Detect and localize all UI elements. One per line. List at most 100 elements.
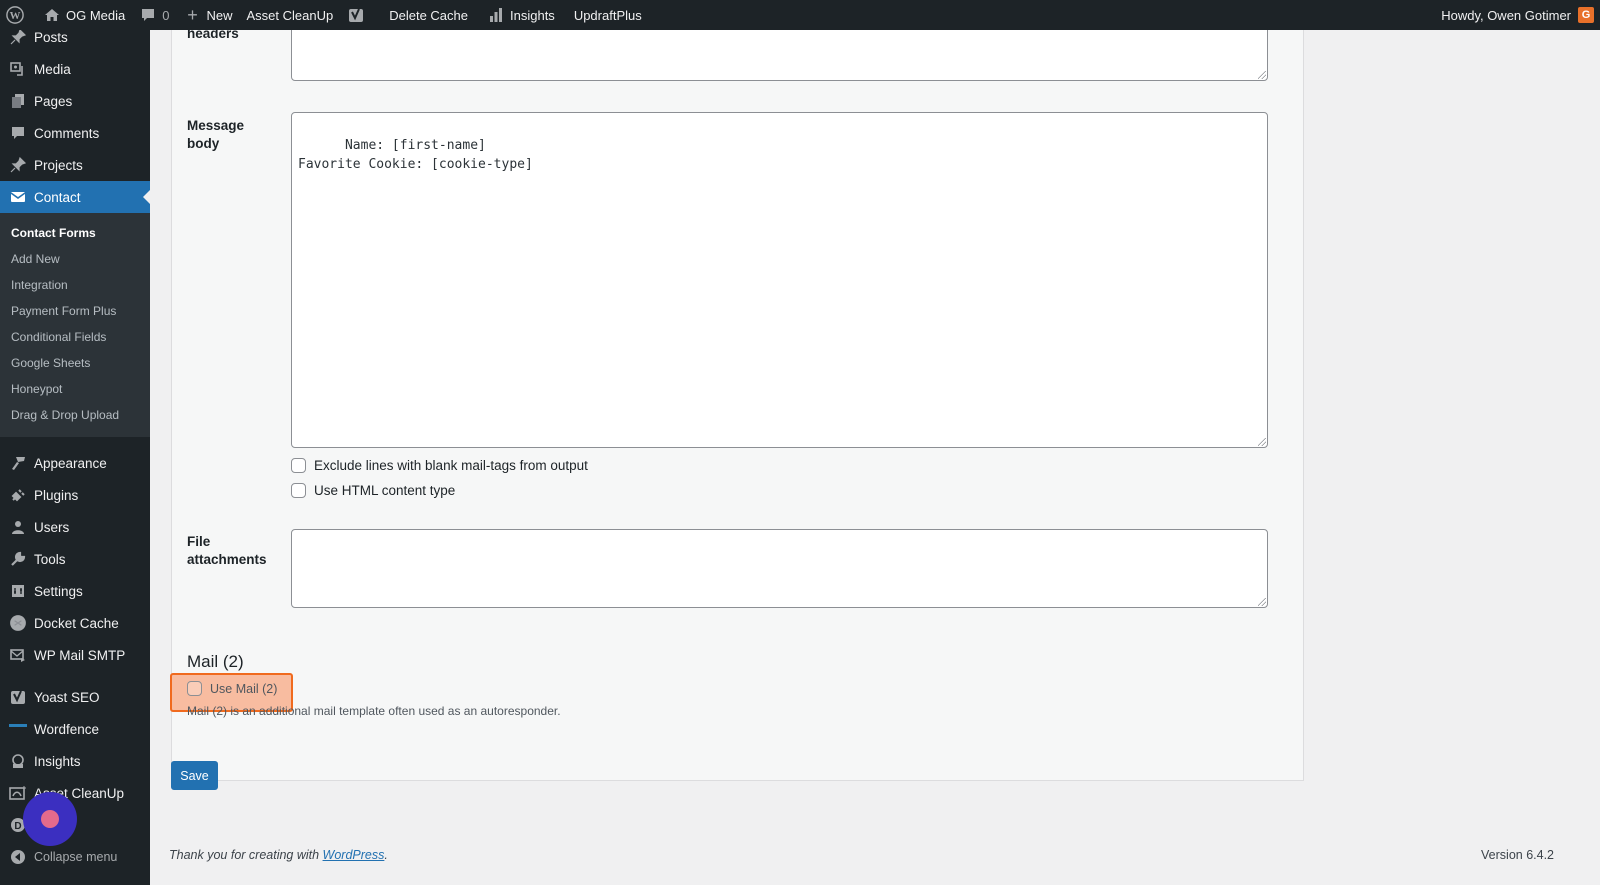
use-mail2-label: Use Mail (2) xyxy=(210,681,278,696)
sidebar-item-contact[interactable]: Contact xyxy=(0,181,150,213)
sidebar-item-appearance[interactable]: Appearance xyxy=(0,447,150,479)
sidebar-item-settings[interactable]: Settings xyxy=(0,575,150,607)
svg-text:D: D xyxy=(14,821,21,832)
admin-sidebar: Posts Media Pages Comments Projects Cont… xyxy=(0,29,150,885)
home-icon xyxy=(43,6,61,24)
mail-icon xyxy=(8,187,28,207)
delete-cache-menu[interactable]: Delete Cache xyxy=(377,0,475,30)
sidebar-item-label: Media xyxy=(34,61,71,77)
resize-handle[interactable] xyxy=(1258,71,1266,79)
sidebar-item-label: Users xyxy=(34,519,70,535)
submenu-integration[interactable]: Integration xyxy=(0,272,150,298)
resize-handle[interactable] xyxy=(1258,438,1266,446)
file-attachments-textarea[interactable] xyxy=(291,529,1268,608)
submenu-conditional-fields[interactable]: Conditional Fields xyxy=(0,324,150,350)
sidebar-item-label: WP Mail SMTP xyxy=(34,647,126,663)
pin-icon xyxy=(8,155,28,175)
comment-icon xyxy=(139,6,157,24)
exclude-blank-row[interactable]: Exclude lines with blank mail-tags from … xyxy=(291,458,588,473)
yoast-icon xyxy=(347,6,365,24)
contact-submenu: Contact Forms Add New Integration Paymen… xyxy=(0,213,150,437)
yoast-icon xyxy=(8,687,28,707)
submenu-google-sheets[interactable]: Google Sheets xyxy=(0,350,150,376)
sidebar-item-plugins[interactable]: Plugins xyxy=(0,479,150,511)
asset-cleanup-menu[interactable]: Asset CleanUp xyxy=(240,0,341,30)
insights-menu[interactable]: Insights xyxy=(475,0,562,30)
footer-thanks-text: Thank you for creating with xyxy=(169,848,323,862)
click-indicator-dot xyxy=(41,810,59,828)
submenu-drag-drop-upload[interactable]: Drag & Drop Upload xyxy=(0,402,150,428)
avatar: G xyxy=(1578,7,1594,23)
bar-chart-icon xyxy=(487,6,505,24)
yoast-menu[interactable] xyxy=(340,0,377,30)
mail2-section-title: Mail (2) xyxy=(187,652,244,671)
footer-thanks: Thank you for creating with WordPress. xyxy=(169,848,388,862)
user-icon xyxy=(8,517,28,537)
sidebar-item-asset-cleanup[interactable]: Asset CleanUp xyxy=(0,777,150,809)
wordpress-logo-icon: W xyxy=(6,6,24,24)
delete-cache-label: Delete Cache xyxy=(389,7,468,23)
message-body-textarea[interactable]: Name: [first-name] Favorite Cookie: [coo… xyxy=(291,112,1268,448)
new-label: New xyxy=(206,7,233,23)
sidebar-item-label: Comments xyxy=(34,125,100,141)
pages-icon xyxy=(8,91,28,111)
sidebar-item-wp-mail-smtp[interactable]: WP Mail SMTP xyxy=(0,639,150,671)
sidebar-item-pages[interactable]: Pages xyxy=(0,85,150,117)
submenu-payment-form-plus[interactable]: Payment Form Plus xyxy=(0,298,150,324)
sidebar-item-label: Settings xyxy=(34,583,83,599)
sidebar-item-label: Contact xyxy=(34,189,81,205)
collapse-icon xyxy=(8,847,28,867)
sidebar-item-insights[interactable]: Insights xyxy=(0,745,150,777)
use-mail2-checkbox[interactable] xyxy=(187,681,202,696)
comments-count: 0 xyxy=(162,7,170,23)
my-account-menu[interactable]: Howdy, Owen Gotimer G xyxy=(1434,0,1600,30)
sidebar-item-tools[interactable]: Tools xyxy=(0,543,150,575)
message-body-text: Name: [first-name] Favorite Cookie: [coo… xyxy=(298,138,533,172)
exclude-blank-checkbox[interactable] xyxy=(291,458,306,473)
sidebar-item-media[interactable]: Media xyxy=(0,53,150,85)
comments-menu[interactable]: 0 xyxy=(132,0,176,30)
collapse-menu-button[interactable]: Collapse menu xyxy=(0,841,150,873)
docket-icon xyxy=(8,613,28,633)
updraftplus-menu[interactable]: UpdraftPlus xyxy=(562,0,649,30)
file-attachments-label-line2: attachments xyxy=(187,552,267,567)
updraftplus-label: UpdraftPlus xyxy=(573,7,642,23)
sidebar-item-wordfence[interactable]: Wordfence xyxy=(0,713,150,745)
wp-logo-menu[interactable]: W xyxy=(0,0,36,30)
additional-headers-textarea[interactable] xyxy=(291,21,1268,81)
message-body-label-line1: Message xyxy=(187,118,245,133)
asset-cleanup-label: Asset CleanUp xyxy=(246,7,334,23)
use-mail2-row[interactable]: Use Mail (2) xyxy=(187,681,277,696)
site-name: OG Media xyxy=(66,7,126,23)
file-attachments-label-line1: File xyxy=(187,534,211,549)
plus-icon: + xyxy=(187,4,198,25)
wordpress-link[interactable]: WordPress xyxy=(323,848,385,862)
html-content-row[interactable]: Use HTML content type xyxy=(291,483,455,498)
settings-icon xyxy=(8,581,28,601)
plug-icon xyxy=(8,485,28,505)
submenu-honeypot[interactable]: Honeypot xyxy=(0,376,150,402)
exclude-blank-label: Exclude lines with blank mail-tags from … xyxy=(314,458,588,473)
collapse-menu-label: Collapse menu xyxy=(34,850,118,864)
submenu-contact-forms[interactable]: Contact Forms xyxy=(0,220,150,246)
resize-handle[interactable] xyxy=(1258,598,1266,606)
asset-cleanup-icon xyxy=(8,783,28,803)
sidebar-item-label: Yoast SEO xyxy=(34,689,100,705)
site-name-menu[interactable]: OG Media xyxy=(36,0,132,30)
sidebar-item-yoast-seo[interactable]: Yoast SEO xyxy=(0,681,150,713)
new-content-menu[interactable]: + New xyxy=(176,0,239,30)
save-button[interactable]: Save xyxy=(171,761,218,790)
wordfence-icon xyxy=(8,719,28,739)
main-content: headers Message body Name: [first-name] … xyxy=(150,20,1600,885)
sidebar-item-projects[interactable]: Projects xyxy=(0,149,150,181)
sidebar-item-comments[interactable]: Comments xyxy=(0,117,150,149)
html-content-checkbox[interactable] xyxy=(291,483,306,498)
submenu-add-new[interactable]: Add New xyxy=(0,246,150,272)
sidebar-item-users[interactable]: Users xyxy=(0,511,150,543)
sidebar-item-docket-cache[interactable]: Docket Cache xyxy=(0,607,150,639)
sidebar-item-label: Plugins xyxy=(34,487,79,503)
sidebar-item-label: Posts xyxy=(34,29,68,45)
sidebar-item-label: Tools xyxy=(34,551,66,567)
file-attachments-label: File attachments xyxy=(187,533,267,569)
message-body-label-line2: body xyxy=(187,136,220,151)
